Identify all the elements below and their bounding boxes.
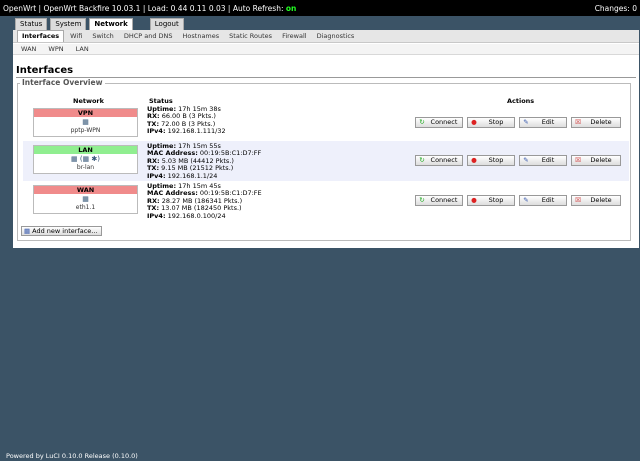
connect-button[interactable]: ↻ Connect [415,155,463,166]
add-interface-button[interactable]: ▦ Add new interface... [21,226,102,236]
interface-status: Uptime: 17h 15m 38s RX: 66.00 B (3 Pkts.… [147,105,226,136]
reload-icon: ↻ [419,118,425,126]
edit-button[interactable]: ✎ Edit [519,195,567,206]
delete-icon: ☒ [575,196,581,204]
ethernet-icon: ▦ [82,195,89,203]
brand: OpenWrt [3,3,37,13]
device-name: eth1.1 [75,204,96,211]
tab-network[interactable]: Network [89,18,133,30]
network-name: VPN [34,109,137,117]
load-value: 0.44 0.11 0.03 [170,3,226,13]
delete-icon: ☒ [575,156,581,164]
table-row: WAN ▦ eth1.1 Uptime: 17h 15m 45s MAC Add… [23,181,629,221]
overview-legend: Interface Overview [20,78,105,87]
delete-button[interactable]: ☒ Delete [571,155,621,166]
iface-tab-wan[interactable]: WAN [21,45,36,53]
content-page: Interfaces Wifi Switch DHCP and DNS Host… [13,30,639,248]
delete-button[interactable]: ☒ Delete [571,195,621,206]
subtab-static-routes[interactable]: Static Routes [225,31,276,42]
delete-icon: ☒ [575,118,581,126]
subtab-firewall[interactable]: Firewall [278,31,311,42]
iface-tab-lan[interactable]: LAN [76,45,89,53]
page-title: Interfaces [16,65,74,76]
firmware-version: OpenWrt Backfire 10.03.1 [43,3,141,13]
load-label: Load: [147,3,169,13]
stop-icon: ● [471,118,477,126]
stop-button[interactable]: ● Stop [467,195,515,206]
stop-button[interactable]: ● Stop [467,117,515,128]
auto-refresh-label: Auto Refresh: [232,3,284,13]
subtab-switch[interactable]: Switch [88,31,118,42]
sub-tabs: Interfaces Wifi Switch DHCP and DNS Host… [13,30,639,43]
table-row: LAN ▦ (▦ ✱) br-lan Uptime: 17h 15m 55s M… [23,141,629,181]
top-status-bar: OpenWrt | OpenWrt Backfire 10.03.1 | Loa… [0,0,640,16]
title-divider [16,77,636,78]
edit-button[interactable]: ✎ Edit [519,155,567,166]
main-tabs: Status System Network Logout [15,18,184,30]
stop-icon: ● [471,156,477,164]
iface-tab-wpn[interactable]: WPN [48,45,63,53]
footer: Powered by LuCI 0.10.0 Release (0.10.0) [6,452,138,460]
stop-icon: ● [471,196,477,204]
network-box-vpn[interactable]: VPN ▦ pptp-WPN [33,108,138,137]
network-name: WAN [34,186,137,194]
network-box-wan[interactable]: WAN ▦ eth1.1 [33,185,138,214]
table-row: VPN ▦ pptp-WPN Uptime: 17h 15m 38s RX: 6… [23,104,629,144]
reload-icon: ↻ [419,196,425,204]
connect-button[interactable]: ↻ Connect [415,195,463,206]
interface-status: Uptime: 17h 15m 55s MAC Address: 00:19:5… [147,142,262,180]
edit-icon: ✎ [523,196,529,204]
edit-button[interactable]: ✎ Edit [519,117,567,128]
reload-icon: ↻ [419,156,425,164]
network-box-lan[interactable]: LAN ▦ (▦ ✱) br-lan [33,145,138,174]
subtab-dhcp-dns[interactable]: DHCP and DNS [120,31,177,42]
connect-button[interactable]: ↻ Connect [415,117,463,128]
tab-system[interactable]: System [50,18,87,30]
add-icon: ▦ [24,227,31,235]
subtab-wifi[interactable]: Wifi [66,31,86,42]
edit-icon: ✎ [523,118,529,126]
delete-button[interactable]: ☒ Delete [571,117,621,128]
tab-logout[interactable]: Logout [149,18,184,30]
tab-status[interactable]: Status [15,18,48,30]
auto-refresh-toggle[interactable]: on [286,4,297,13]
device-name: br-lan [76,164,95,171]
edit-icon: ✎ [523,156,529,164]
stop-button[interactable]: ● Stop [467,155,515,166]
device-name: pptp-WPN [70,127,101,134]
interface-tabs: WAN WPN LAN [13,44,639,55]
subtab-interfaces[interactable]: Interfaces [17,30,65,42]
network-device-icon: ▦ [82,118,89,126]
subtab-diagnostics[interactable]: Diagnostics [313,31,359,42]
changes-link[interactable]: Changes: 0 [595,4,637,13]
bridge-icon: ▦ (▦ ✱) [70,155,100,163]
subtab-hostnames[interactable]: Hostnames [179,31,224,42]
interface-status: Uptime: 17h 15m 45s MAC Address: 00:19:5… [147,182,262,220]
network-name: LAN [34,146,137,154]
